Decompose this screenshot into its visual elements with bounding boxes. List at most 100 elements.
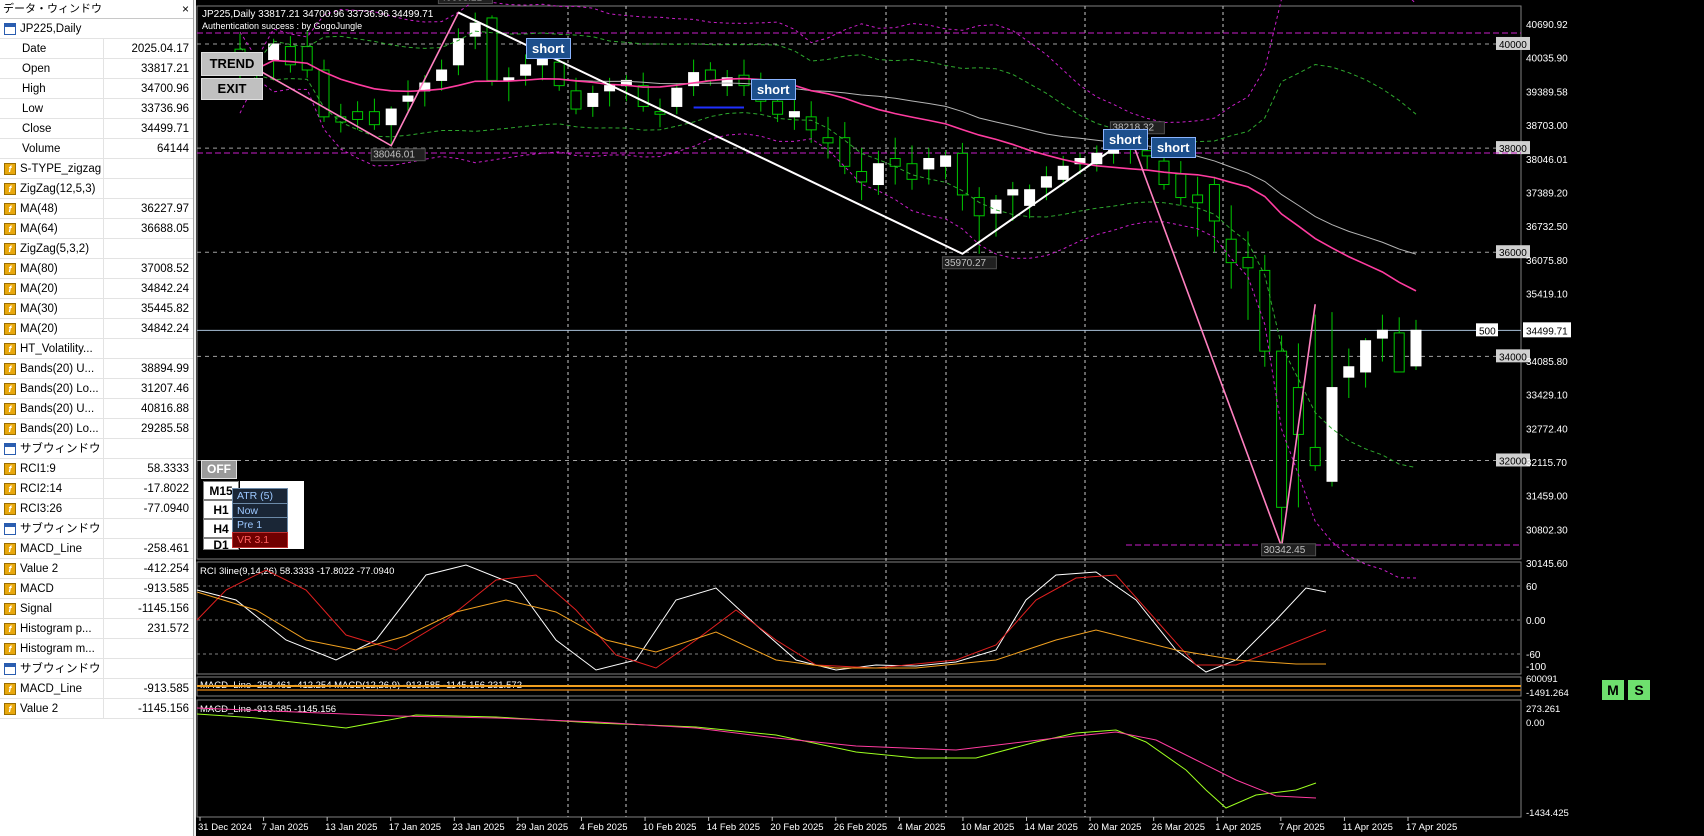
data-row: f MA(20) 34842.24 — [0, 279, 193, 299]
data-row-label-text: RCI1:9 — [20, 462, 56, 475]
data-row: High 34700.96 — [0, 79, 193, 99]
data-row-value: -913.585 — [143, 583, 189, 595]
data-row-label-text: MA(30) — [20, 302, 58, 315]
candle-body — [1024, 189, 1036, 206]
data-row: f Signal -1145.156 — [0, 599, 193, 619]
data-row-label-text: Low — [22, 102, 44, 115]
price-axis-label: 30145.60 — [1526, 559, 1568, 570]
function-icon: f — [4, 222, 16, 235]
data-row-label-text: サブウィンドウ 2 — [20, 522, 104, 535]
atr-vr: VR 3.1 — [232, 532, 288, 548]
candle-body — [856, 171, 868, 183]
symbol-header: JP225,Daily — [20, 22, 82, 35]
data-row-value: 34842.24 — [141, 283, 189, 295]
candle-body — [1040, 176, 1052, 188]
data-row-label: f RCI1:9 — [0, 459, 104, 478]
candle-body — [301, 46, 313, 71]
data-row-label: f Signal — [0, 599, 104, 618]
data-row-label-text: High — [22, 82, 46, 95]
rci-axis-label: -60 — [1526, 650, 1541, 661]
function-icon: f — [4, 582, 16, 595]
function-icon: f — [4, 702, 16, 715]
exit-button[interactable]: EXIT — [201, 78, 263, 100]
data-row: Open 33817.21 — [0, 59, 193, 79]
candle-body — [570, 90, 582, 110]
data-row-value: 34499.71 — [141, 123, 189, 135]
date-axis-label: 20 Feb 2025 — [770, 822, 823, 833]
short-signal-label: short — [1103, 129, 1148, 150]
zigzag-value-label: 38046.01 — [373, 150, 415, 161]
macd2-signal-line — [196, 707, 1317, 799]
candle-body — [872, 163, 884, 186]
data-row: f MA(30) 35445.82 — [0, 299, 193, 319]
function-icon: f — [4, 162, 16, 175]
data-row-value — [104, 439, 193, 458]
data-row-label-text: ZigZag(5,3,2) — [20, 242, 90, 255]
zigzag-value-label: 40603.21 — [440, 0, 482, 4]
data-row-label-text: Bands(20) U... — [20, 402, 95, 415]
zigzag-value-label: 35970.27 — [944, 258, 986, 269]
candle-body — [587, 92, 599, 107]
data-row-label: f Value 2 — [0, 699, 104, 718]
data-row: f Bands(20) U... 38894.99 — [0, 359, 193, 379]
data-row-value — [104, 639, 193, 658]
data-window: データ・ウィンドウ × JP225,Daily Date 2025.04.17 Op… — [0, 0, 194, 836]
data-row-label: Close — [0, 119, 104, 138]
function-icon: f — [4, 302, 16, 315]
date-axis-label: 23 Jan 2025 — [452, 822, 504, 833]
macd-axis-label: 600091 — [1526, 674, 1558, 685]
data-row-value: -1145.156 — [138, 703, 189, 715]
s-button[interactable]: S — [1628, 680, 1650, 700]
data-row-value: 58.3333 — [147, 463, 189, 475]
data-row-label-text: MA(80) — [20, 262, 58, 275]
data-row: サブウィンドウ 2 — [0, 519, 193, 539]
data-row-label: f Bands(20) U... — [0, 359, 104, 378]
data-row-label: f MACD_Line — [0, 539, 104, 558]
data-row-label: f HT_Volatility... — [0, 339, 104, 358]
candle-body — [385, 108, 397, 126]
rci-axis-label: -100 — [1526, 662, 1546, 673]
date-axis-label: 31 Dec 2024 — [198, 822, 252, 833]
close-icon[interactable]: × — [182, 0, 189, 18]
data-row-label-text: Histogram m... — [20, 642, 95, 655]
date-axis-label: 11 Apr 2025 — [1342, 822, 1393, 833]
window-icon — [4, 442, 16, 455]
atr-title: ATR (5) — [232, 488, 288, 504]
data-row: f HT_Volatility... — [0, 339, 193, 359]
trend-button[interactable]: TREND — [201, 52, 263, 76]
date-axis-label: 26 Feb 2025 — [834, 822, 887, 833]
window-icon — [4, 662, 16, 675]
chart-canvas[interactable]: 400003800036000340003200050040603.213804… — [196, 0, 1704, 836]
chart-window[interactable]: 400003800036000340003200050040603.213804… — [196, 0, 1704, 836]
short-signal-label: short — [1151, 137, 1196, 158]
data-row-label-text: MA(64) — [20, 222, 58, 235]
zigzag-value-label: 30342.45 — [1264, 545, 1306, 556]
off-button[interactable]: OFF — [201, 460, 237, 479]
data-row-value: -1145.156 — [138, 603, 189, 615]
m-button[interactable]: M — [1602, 680, 1624, 700]
data-row: f ZigZag(12,5,3) — [0, 179, 193, 199]
main-pane-frame — [196, 5, 1522, 560]
data-row-value — [104, 339, 193, 358]
data-row-value — [104, 179, 193, 198]
macd2-header: MACD_Line -913.585 -1145.156 — [200, 704, 336, 715]
function-icon: f — [4, 322, 16, 335]
data-row: サブウィンドウ 3 — [0, 659, 193, 679]
price-axis-label: 40035.90 — [1526, 54, 1568, 65]
function-icon: f — [4, 402, 16, 415]
data-row-label-text: Value 2 — [20, 562, 59, 575]
data-row-label-text: Date — [22, 42, 47, 55]
data-row: f MACD_Line -913.585 — [0, 679, 193, 699]
candle-body — [402, 95, 414, 102]
price-axis-label: 38046.01 — [1526, 155, 1568, 166]
candle-body — [1175, 173, 1187, 199]
data-row-label: f ZigZag(5,3,2) — [0, 239, 104, 258]
data-row-value: 36688.05 — [141, 223, 189, 235]
macd2-pane-frame — [196, 699, 1522, 818]
candle-body — [520, 64, 532, 76]
data-row-value: 34842.24 — [141, 323, 189, 335]
data-row: f MA(80) 37008.52 — [0, 259, 193, 279]
candle-body — [889, 158, 901, 167]
function-icon: f — [4, 422, 16, 435]
price-axis-label: 38703.00 — [1526, 121, 1568, 132]
